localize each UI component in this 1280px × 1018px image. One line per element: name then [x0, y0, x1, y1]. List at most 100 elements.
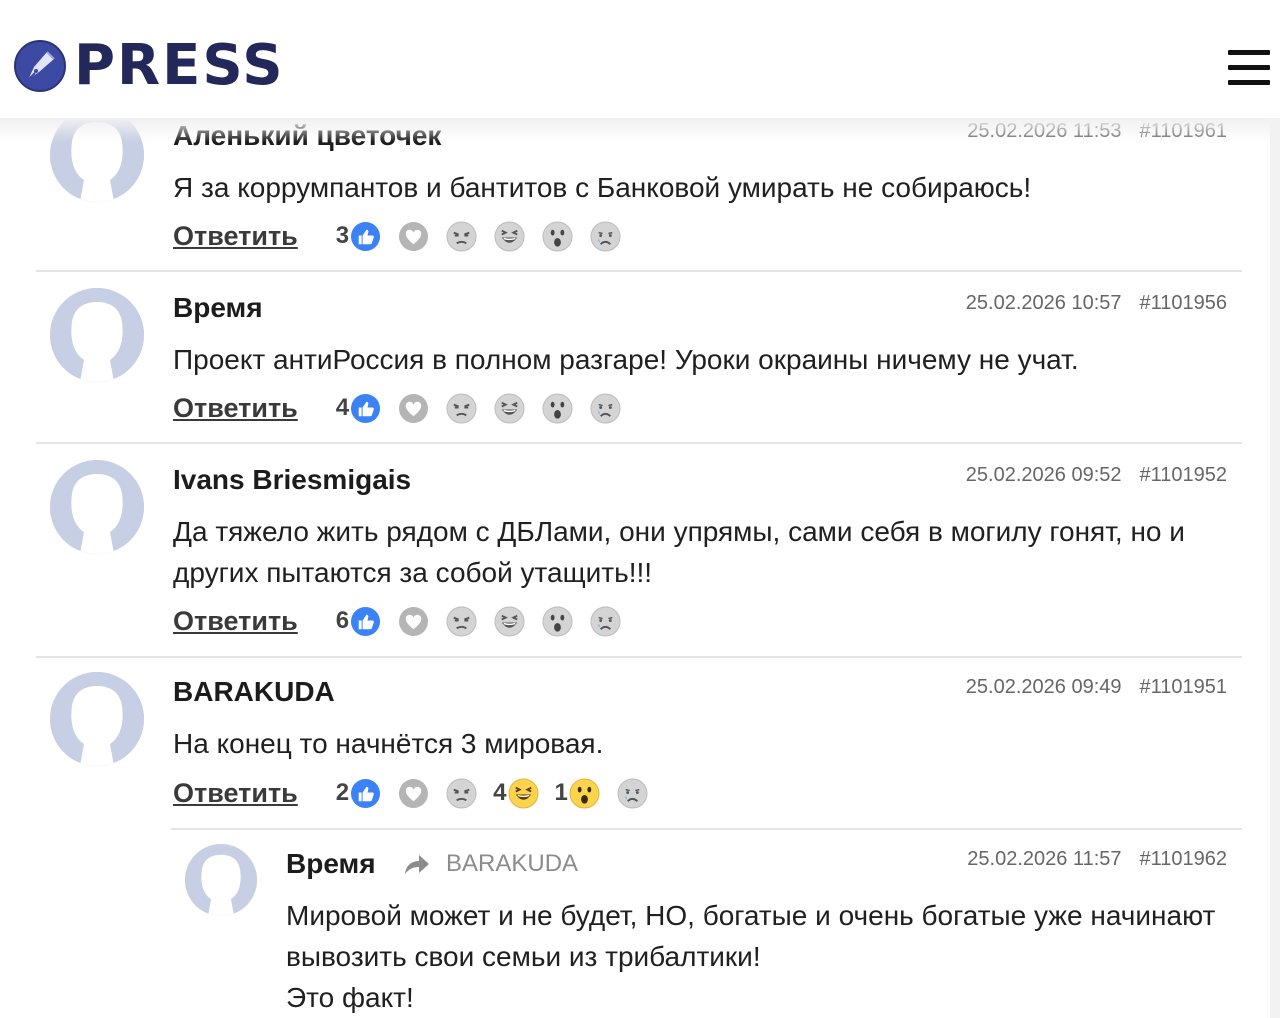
comment-author[interactable]: Время	[286, 848, 376, 880]
reaction-like[interactable]: 2	[336, 778, 381, 809]
comment-author[interactable]: Ivans Briesmigais	[173, 464, 411, 496]
comment-divider	[36, 442, 1242, 444]
comment-date: 25.02.2026 09:49	[965, 676, 1122, 698]
user-silhouette-icon	[50, 288, 144, 382]
reply-link[interactable]: Ответить	[173, 778, 298, 809]
comment-date: 25.02.2026 11:57	[967, 848, 1122, 870]
reply-to[interactable]: BARAKUDA	[404, 850, 578, 878]
avatar	[50, 460, 144, 554]
reply-link[interactable]: Ответить	[173, 606, 298, 637]
comment-id[interactable]: #1101956	[1140, 292, 1228, 314]
avatar	[50, 288, 144, 382]
reaction-count: 4	[493, 779, 507, 806]
heart-icon	[399, 221, 429, 251]
comment-date: 25.02.2026 09:52	[965, 464, 1122, 486]
reaction-love[interactable]	[397, 606, 429, 637]
laugh-face-icon	[494, 220, 525, 252]
thumbs-up-icon	[351, 778, 381, 808]
comment-divider	[36, 270, 1242, 272]
comment-divider	[171, 828, 1242, 830]
reaction-count: 4	[335, 394, 350, 421]
reaction-angry[interactable]	[445, 777, 477, 809]
reaction-wow[interactable]	[541, 392, 573, 424]
comment-actions: Ответить 6	[173, 604, 637, 638]
comment-author[interactable]: BARAKUDA	[173, 676, 335, 708]
thumbs-up-icon	[351, 606, 381, 636]
comment: Время 25.02.2026 10:57 #1101956 Проект ан…	[36, 288, 1242, 444]
comment-text: На конец то начнётся 3 мировая.	[173, 728, 604, 759]
thumbs-up-icon	[351, 221, 381, 251]
comment-text: Я за коррумпантов и бантитов с Банковой …	[173, 172, 1032, 203]
pen-nib-logo-icon	[14, 40, 66, 92]
laugh-face-icon	[494, 392, 525, 424]
hamburger-menu-icon[interactable]	[1226, 48, 1270, 88]
reaction-sad[interactable]	[616, 777, 648, 809]
comment-text: Проект антиРоссия в полном разгаре! Урок…	[173, 344, 1079, 375]
comment-meta: 25.02.2026 09:52 #1101952	[966, 464, 1227, 487]
comment-id[interactable]: #1101961	[1140, 120, 1228, 142]
comment-actions: Ответить 3	[173, 219, 637, 253]
reaction-sad[interactable]	[589, 605, 621, 637]
comment-meta: 25.02.2026 11:53 #1101961	[967, 120, 1227, 143]
avatar	[50, 672, 144, 766]
reaction-sad[interactable]	[589, 392, 621, 424]
reaction-angry[interactable]	[445, 605, 477, 637]
comment: Ivans Briesmigais 25.02.2026 09:52 #11019…	[36, 460, 1242, 658]
avatar	[50, 108, 144, 202]
reaction-laugh[interactable]	[493, 220, 525, 252]
reaction-sad[interactable]	[589, 220, 621, 252]
comment-meta: 25.02.2026 09:49 #1101951	[966, 676, 1227, 699]
sad-face-icon	[590, 220, 621, 252]
reaction-like[interactable]: 6	[336, 606, 381, 637]
sad-face-icon	[590, 605, 621, 637]
comment-divider	[36, 656, 1242, 658]
logo-text: PRESS	[74, 33, 285, 98]
comment-author[interactable]: Время	[173, 292, 263, 324]
sad-face-icon	[590, 392, 621, 424]
comment-actions: Ответить 2 4 1	[173, 776, 664, 810]
reaction-laugh[interactable]	[493, 392, 525, 424]
comment-meta: 25.02.2026 10:57 #1101956	[966, 292, 1227, 315]
angry-face-icon	[446, 220, 477, 252]
thumbs-up-icon	[351, 393, 381, 423]
comment-id[interactable]: #1101952	[1140, 464, 1228, 486]
heart-icon	[399, 393, 429, 423]
reaction-laugh[interactable]: 4	[493, 777, 539, 809]
user-silhouette-icon	[50, 460, 144, 554]
reply-link[interactable]: Ответить	[173, 221, 298, 252]
reaction-love[interactable]	[397, 221, 429, 252]
comment-text: Мировой может и не будет, НО, богатые и …	[286, 900, 1216, 1013]
reaction-love[interactable]	[397, 393, 429, 424]
reaction-angry[interactable]	[445, 392, 477, 424]
comment-date: 25.02.2026 11:53	[967, 120, 1122, 142]
reaction-wow[interactable]	[541, 605, 573, 637]
comment-date: 25.02.2026 10:57	[965, 292, 1122, 314]
reaction-angry[interactable]	[445, 220, 477, 252]
comment-meta: 25.02.2026 11:57 #1101962	[967, 848, 1227, 871]
comment-author[interactable]: Аленький цветочек	[173, 120, 441, 152]
reaction-like[interactable]: 4	[336, 393, 381, 424]
wow-face-icon	[542, 605, 573, 637]
user-silhouette-icon	[185, 844, 257, 916]
reaction-wow[interactable]: 1	[555, 777, 600, 809]
reaction-count: 2	[335, 779, 350, 806]
reaction-like[interactable]: 3	[336, 221, 381, 252]
comment-id[interactable]: #1101962	[1140, 848, 1228, 870]
comment-id[interactable]: #1101951	[1140, 676, 1228, 698]
site-header: PRESS	[0, 0, 1280, 118]
site-logo[interactable]: PRESS	[14, 38, 285, 94]
avatar	[185, 844, 257, 916]
reaction-wow[interactable]	[541, 220, 573, 252]
comment: Аленький цветочек 25.02.2026 11:53 #11019…	[36, 108, 1242, 272]
comment: BARAKUDA 25.02.2026 09:49 #1101951 На кон…	[36, 672, 1242, 830]
reaction-laugh[interactable]	[493, 605, 525, 637]
laugh-face-icon	[507, 777, 539, 809]
user-silhouette-icon	[50, 672, 144, 766]
heart-icon	[399, 606, 429, 636]
angry-face-icon	[446, 605, 477, 637]
user-silhouette-icon	[50, 108, 144, 202]
reply-link[interactable]: Ответить	[173, 393, 298, 424]
angry-face-icon	[446, 777, 477, 809]
reaction-love[interactable]	[397, 778, 429, 809]
scrollbar[interactable]	[1270, 118, 1280, 1018]
